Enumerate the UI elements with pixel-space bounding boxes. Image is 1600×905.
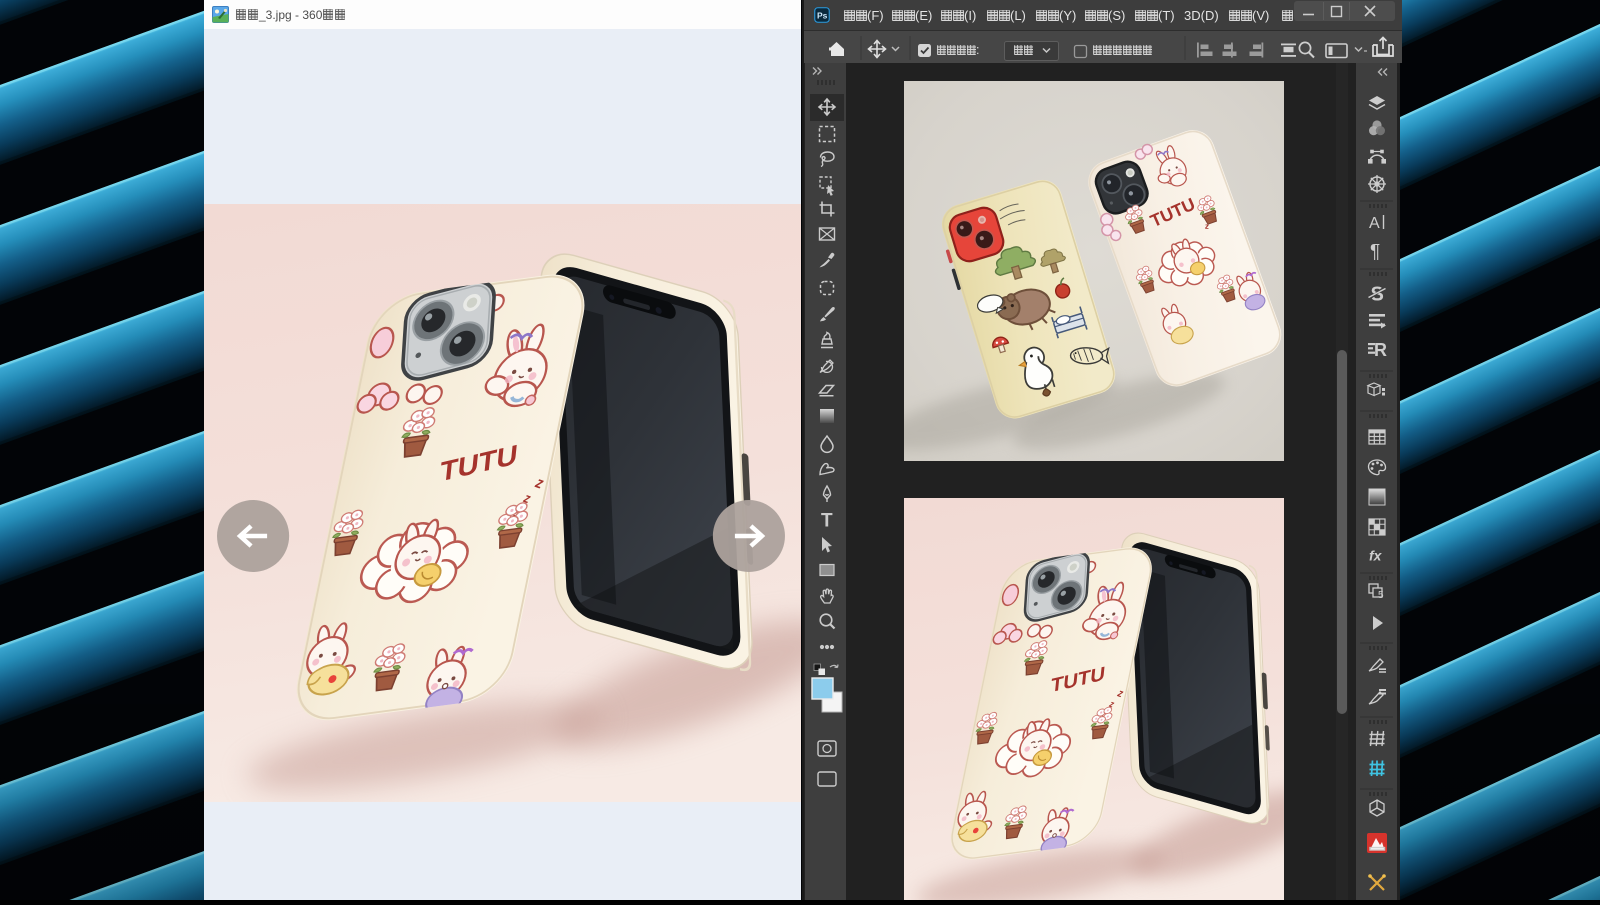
svg-text:A: A <box>1369 215 1380 232</box>
svg-text:S: S <box>1371 284 1384 306</box>
svg-text:R: R <box>1374 340 1387 360</box>
svg-text:fx: fx <box>1369 548 1383 564</box>
svg-text:5: 5 <box>1378 590 1384 601</box>
svg-text:Ps: Ps <box>817 11 828 21</box>
svg-text:T: T <box>821 511 833 532</box>
svg-text:¶: ¶ <box>1370 242 1380 263</box>
